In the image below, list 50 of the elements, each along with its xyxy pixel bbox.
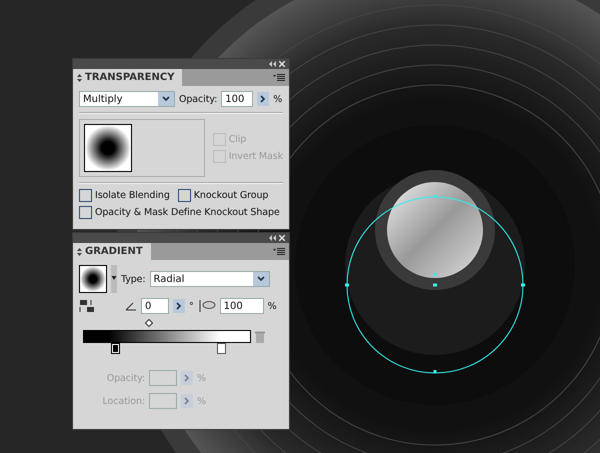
checkbox-label: Opacity & Mask Define Knockout Shape [95, 207, 280, 218]
up-down-icon [77, 74, 82, 82]
checkbox-label: Knockout Group [194, 190, 268, 201]
aspect-ratio-icon [198, 299, 216, 313]
collapse-icon[interactable] [269, 235, 276, 241]
degree-label: ° [189, 300, 194, 312]
chevron-right-icon [260, 95, 266, 103]
percent-label: % [273, 94, 282, 104]
menu-icon[interactable] [273, 248, 285, 255]
chevron-right-icon [184, 374, 190, 382]
reverse-gradient-icon[interactable] [79, 299, 95, 313]
checkbox-label: Isolate Blending [95, 190, 170, 201]
color-stop[interactable] [111, 343, 120, 354]
menu-icon[interactable] [273, 74, 285, 81]
collapse-icon[interactable] [269, 61, 276, 67]
midpoint-icon[interactable] [145, 319, 153, 327]
panel-tab[interactable]: TRANSPARENCY [73, 69, 182, 86]
type-label: Type: [121, 274, 146, 284]
close-icon[interactable] [279, 61, 285, 67]
checkbox-label: Invert Mask [228, 151, 283, 162]
checkbox[interactable] [79, 189, 92, 202]
field-label: Location: [102, 396, 145, 406]
chevron-down-icon [162, 96, 170, 102]
caret-icon[interactable] [111, 265, 117, 293]
aspect-ratio-field[interactable]: 100 [220, 298, 264, 314]
opacity-arrow-button[interactable] [257, 92, 270, 106]
color-stop[interactable] [217, 343, 226, 354]
chevron-down-icon [256, 276, 265, 282]
gradient-swatch[interactable] [79, 265, 107, 293]
percent-label: % [197, 396, 206, 406]
panel-tab[interactable]: GRADIENT [73, 243, 151, 260]
angle-field[interactable]: 0 [141, 298, 169, 314]
field-label: Opacity: [106, 372, 145, 384]
chevron-right-icon [184, 397, 190, 405]
angle-icon [125, 301, 137, 311]
checkbox[interactable] [178, 189, 191, 202]
gradient-type-dropdown[interactable]: Radial [150, 271, 270, 287]
opacity-label: Opacity: [179, 94, 218, 104]
angle-arrow-button[interactable] [173, 299, 185, 313]
gradient-ramp[interactable] [83, 330, 251, 343]
checkbox-label: Clip [228, 134, 246, 145]
checkbox[interactable] [79, 206, 92, 219]
up-down-icon [77, 248, 82, 256]
percent-label: % [197, 372, 206, 384]
percent-label: % [268, 300, 277, 312]
chevron-right-icon [176, 302, 182, 310]
close-icon[interactable] [279, 235, 285, 241]
blend-mode-dropdown[interactable]: Multiply [79, 91, 175, 107]
mask-thumbnail[interactable] [84, 124, 132, 172]
opacity-field[interactable]: 100 [221, 91, 254, 107]
